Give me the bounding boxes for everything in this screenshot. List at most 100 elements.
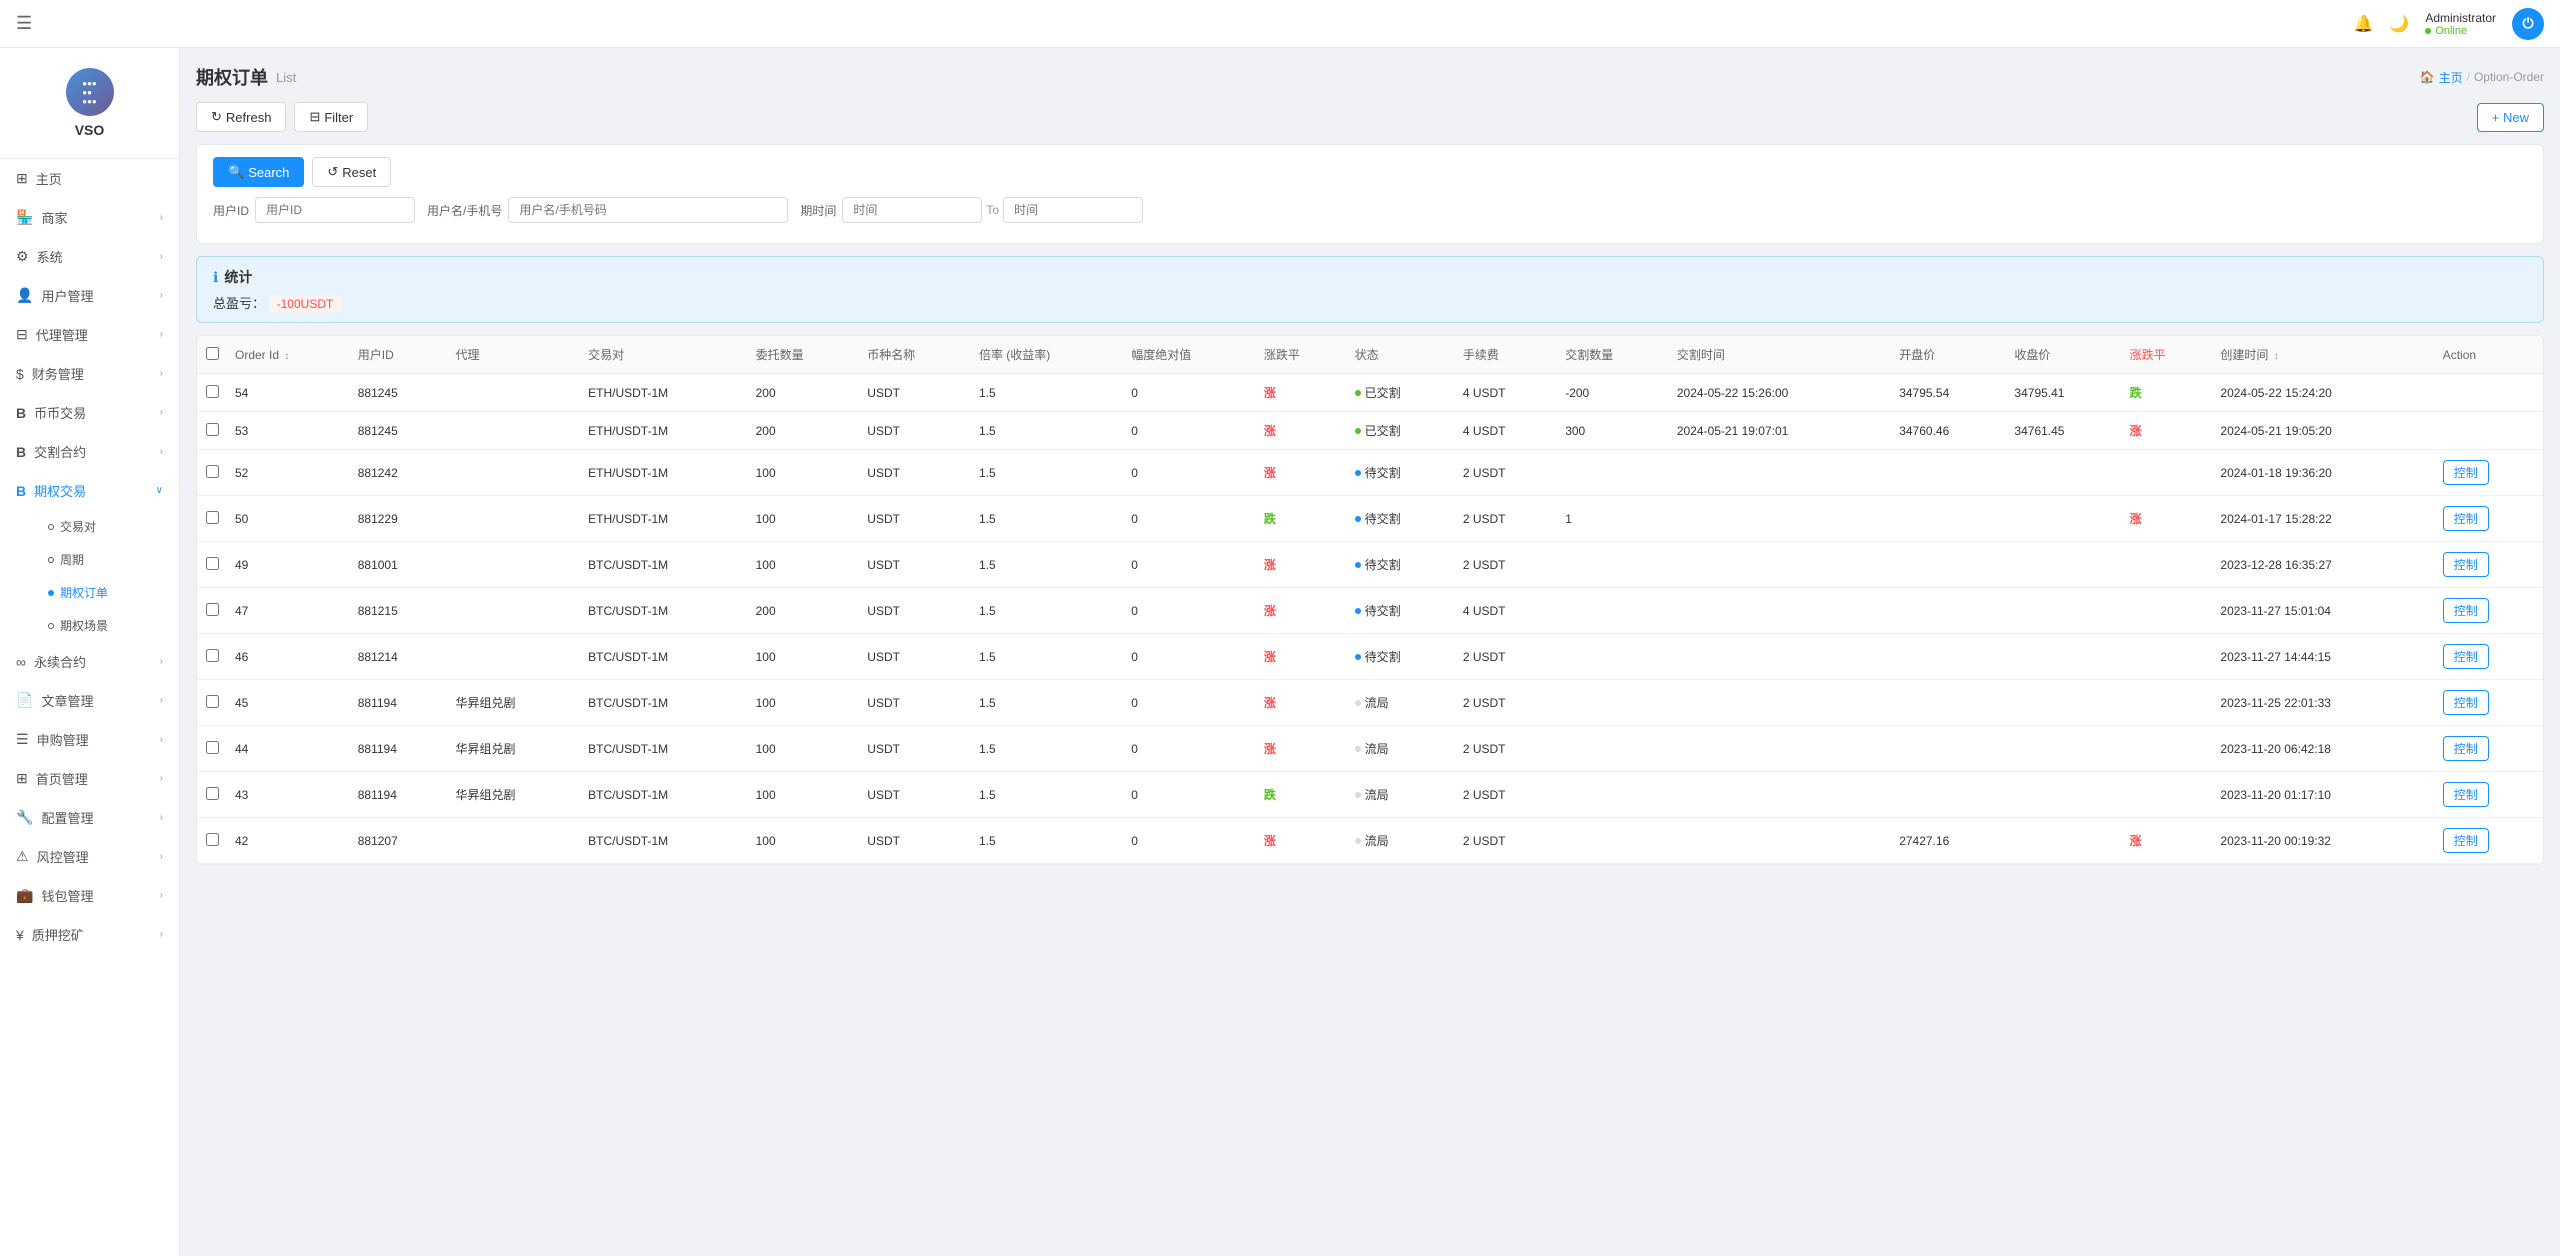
control-button[interactable]: 控制 bbox=[2443, 690, 2489, 715]
col-status: 状态 bbox=[1347, 336, 1455, 374]
options-submenu: 交易对 周期 期权订单 期权场景 bbox=[0, 510, 179, 642]
sidebar-item-config[interactable]: 🔧 配置管理 › bbox=[0, 798, 179, 837]
row-created-at: 2024-01-18 19:36:20 bbox=[2212, 450, 2434, 496]
row-coin-name: USDT bbox=[859, 374, 971, 412]
row-amplitude: 0 bbox=[1123, 680, 1256, 726]
refresh-button[interactable]: ↻ Refresh bbox=[196, 102, 286, 132]
row-checkbox[interactable] bbox=[206, 385, 219, 398]
username-input[interactable] bbox=[508, 197, 788, 223]
row-status: 待交割 bbox=[1347, 450, 1455, 496]
sidebar-item-risk[interactable]: ⚠ 风控管理 › bbox=[0, 837, 179, 876]
user-id-input[interactable] bbox=[255, 197, 415, 223]
row-rate: 1.5 bbox=[971, 726, 1123, 772]
sidebar-item-contract[interactable]: B 交割合约 › bbox=[0, 432, 179, 471]
control-button[interactable]: 控制 bbox=[2443, 506, 2489, 531]
sidebar-item-options-market[interactable]: 期权场景 bbox=[32, 609, 179, 642]
control-button[interactable]: 控制 bbox=[2443, 782, 2489, 807]
reset-button[interactable]: ↺ Reset bbox=[312, 157, 391, 187]
time-from-input[interactable] bbox=[842, 197, 982, 223]
reset-icon: ↺ bbox=[327, 164, 338, 180]
date-range: To bbox=[842, 197, 1143, 223]
row-open-price bbox=[1891, 772, 2006, 818]
control-button[interactable]: 控制 bbox=[2443, 736, 2489, 761]
row-checkbox[interactable] bbox=[206, 511, 219, 524]
row-checkbox[interactable] bbox=[206, 833, 219, 846]
breadcrumb-separator: / bbox=[2467, 70, 2470, 84]
row-coin-name: USDT bbox=[859, 450, 971, 496]
moon-icon[interactable]: 🌙 bbox=[2389, 14, 2409, 34]
row-order-id: 53 bbox=[227, 412, 350, 450]
row-trade-qty bbox=[1557, 450, 1669, 496]
sidebar-item-perpetual[interactable]: ∞ 永续合约 › bbox=[0, 642, 179, 681]
sidebar-item-merchant[interactable]: 🏪 商家 › bbox=[0, 198, 179, 237]
sidebar-item-trade-pair[interactable]: 交易对 bbox=[32, 510, 179, 543]
config-icon: 🔧 bbox=[16, 809, 33, 826]
row-checkbox[interactable] bbox=[206, 423, 219, 436]
row-result bbox=[2122, 772, 2213, 818]
row-checkbox[interactable] bbox=[206, 649, 219, 662]
table-row: 52 881242 ETH/USDT-1M 100 USDT 1.5 0 涨 待… bbox=[197, 450, 2543, 496]
control-button[interactable]: 控制 bbox=[2443, 828, 2489, 853]
search-button[interactable]: 🔍 Search bbox=[213, 157, 304, 187]
avatar[interactable]: ⏻ bbox=[2512, 8, 2544, 40]
sidebar-item-coin-trade[interactable]: B 币币交易 › bbox=[0, 393, 179, 432]
row-open-price: 34795.54 bbox=[1891, 374, 2006, 412]
row-entrust-qty: 100 bbox=[748, 772, 860, 818]
row-coin-name: USDT bbox=[859, 496, 971, 542]
sidebar-item-options-order[interactable]: 期权订单 bbox=[32, 576, 179, 609]
row-entrust-qty: 100 bbox=[748, 450, 860, 496]
sort-icon[interactable]: ↕ bbox=[2274, 351, 2279, 362]
row-fee: 2 USDT bbox=[1455, 450, 1557, 496]
row-checkbox-cell bbox=[197, 772, 227, 818]
sidebar-item-finance[interactable]: $ 财务管理 › bbox=[0, 354, 179, 393]
control-button[interactable]: 控制 bbox=[2443, 460, 2489, 485]
sidebar-item-purchase[interactable]: ☰ 申购管理 › bbox=[0, 720, 179, 759]
status-dot bbox=[1355, 608, 1361, 614]
control-button[interactable]: 控制 bbox=[2443, 552, 2489, 577]
sidebar-item-homepage[interactable]: ⊞ 首页管理 › bbox=[0, 759, 179, 798]
toolbar-left: ↻ Refresh ⊟ Filter bbox=[196, 102, 368, 132]
control-button[interactable]: 控制 bbox=[2443, 644, 2489, 669]
sidebar-item-options[interactable]: B 期权交易 ∨ bbox=[0, 471, 179, 510]
sidebar-item-system[interactable]: ⚙ 系统 › bbox=[0, 237, 179, 276]
status-dot bbox=[1355, 562, 1361, 568]
row-checkbox[interactable] bbox=[206, 787, 219, 800]
sidebar-item-period[interactable]: 周期 bbox=[32, 543, 179, 576]
row-open-price bbox=[1891, 588, 2006, 634]
row-trade-qty bbox=[1557, 772, 1669, 818]
sidebar-item-options-order-label: 期权订单 bbox=[60, 584, 108, 601]
row-checkbox[interactable] bbox=[206, 557, 219, 570]
new-button[interactable]: + New bbox=[2477, 103, 2544, 132]
row-entrust-qty: 100 bbox=[748, 680, 860, 726]
row-trade-pair: ETH/USDT-1M bbox=[580, 374, 748, 412]
row-fee: 2 USDT bbox=[1455, 634, 1557, 680]
col-user-id: 用户ID bbox=[350, 336, 448, 374]
row-checkbox[interactable] bbox=[206, 465, 219, 478]
sidebar-item-agent-mgmt[interactable]: ⊟ 代理管理 › bbox=[0, 315, 179, 354]
row-checkbox[interactable] bbox=[206, 741, 219, 754]
page-header: 期权订单 List 🏠 主页 / Option-Order bbox=[196, 64, 2544, 90]
time-to-input[interactable] bbox=[1003, 197, 1143, 223]
sidebar-item-article[interactable]: 📄 文章管理 › bbox=[0, 681, 179, 720]
sidebar-item-mining[interactable]: ¥ 质押挖矿 › bbox=[0, 915, 179, 954]
user-id-label: 用户ID bbox=[213, 202, 249, 219]
row-created-at: 2023-11-20 00:19:32 bbox=[2212, 818, 2434, 864]
row-trade-pair: BTC/USDT-1M bbox=[580, 542, 748, 588]
sort-icon[interactable]: ↕ bbox=[284, 351, 289, 362]
sidebar-item-contract-label: 交割合约 bbox=[34, 442, 86, 461]
menu-icon[interactable]: ☰ bbox=[16, 13, 32, 34]
sidebar-item-user-mgmt[interactable]: 👤 用户管理 › bbox=[0, 276, 179, 315]
sidebar-item-home[interactable]: ⊞ 主页 bbox=[0, 159, 179, 198]
col-rate: 倍率 (收益率) bbox=[971, 336, 1123, 374]
breadcrumb-home-link[interactable]: 主页 bbox=[2439, 69, 2463, 86]
row-rate: 1.5 bbox=[971, 680, 1123, 726]
sidebar-item-wallet[interactable]: 💼 钱包管理 › bbox=[0, 876, 179, 915]
select-all-checkbox[interactable] bbox=[206, 347, 219, 360]
row-created-at: 2023-11-27 14:44:15 bbox=[2212, 634, 2434, 680]
control-button[interactable]: 控制 bbox=[2443, 598, 2489, 623]
row-checkbox[interactable] bbox=[206, 603, 219, 616]
row-open-price: 34760.46 bbox=[1891, 412, 2006, 450]
bell-icon[interactable]: 🔔 bbox=[2353, 14, 2373, 34]
row-checkbox[interactable] bbox=[206, 695, 219, 708]
filter-button[interactable]: ⊟ Filter bbox=[294, 102, 368, 132]
